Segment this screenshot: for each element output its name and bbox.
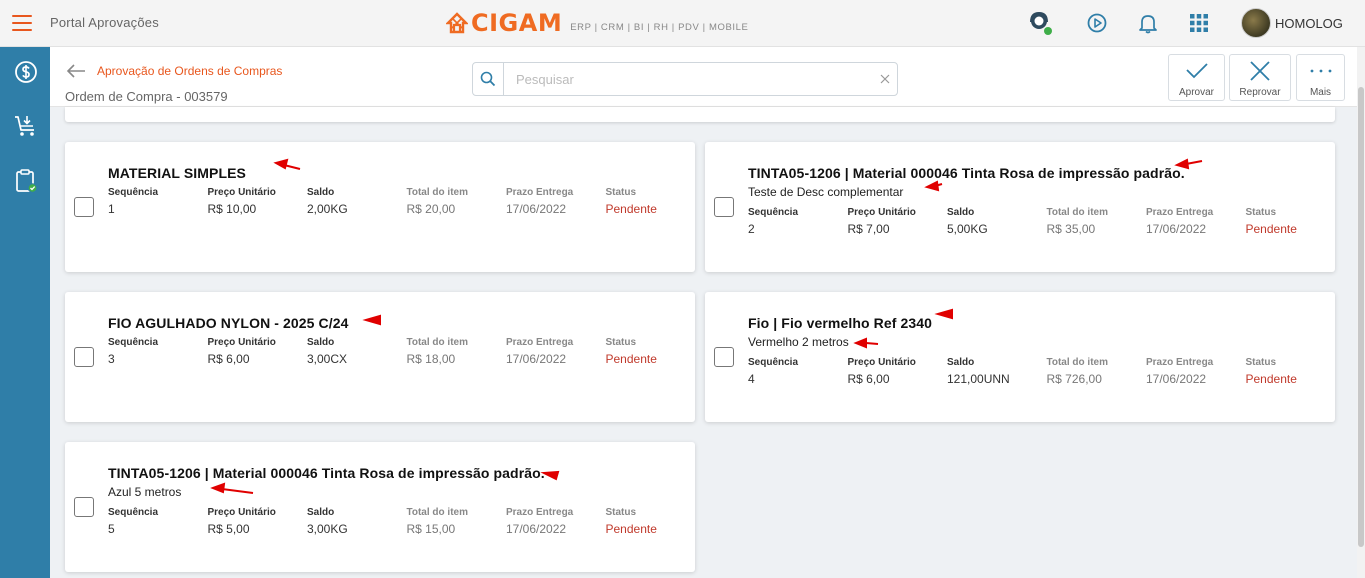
annotation-arrow-icon — [1174, 158, 1190, 170]
annotation-arrows — [210, 158, 1203, 494]
annotation-arrow-icon — [924, 180, 940, 192]
annotation-arrow-icon — [273, 158, 289, 170]
annotation-arrow-icon — [221, 488, 254, 494]
annotation-arrow-icon — [362, 314, 381, 326]
annotation-arrow-icon — [853, 337, 867, 349]
annotation-arrow-icon — [540, 470, 560, 481]
annotation-arrow-icon — [934, 308, 953, 320]
annotation-arrow-icon — [865, 342, 879, 345]
annotation-arrow-icon — [210, 482, 226, 494]
